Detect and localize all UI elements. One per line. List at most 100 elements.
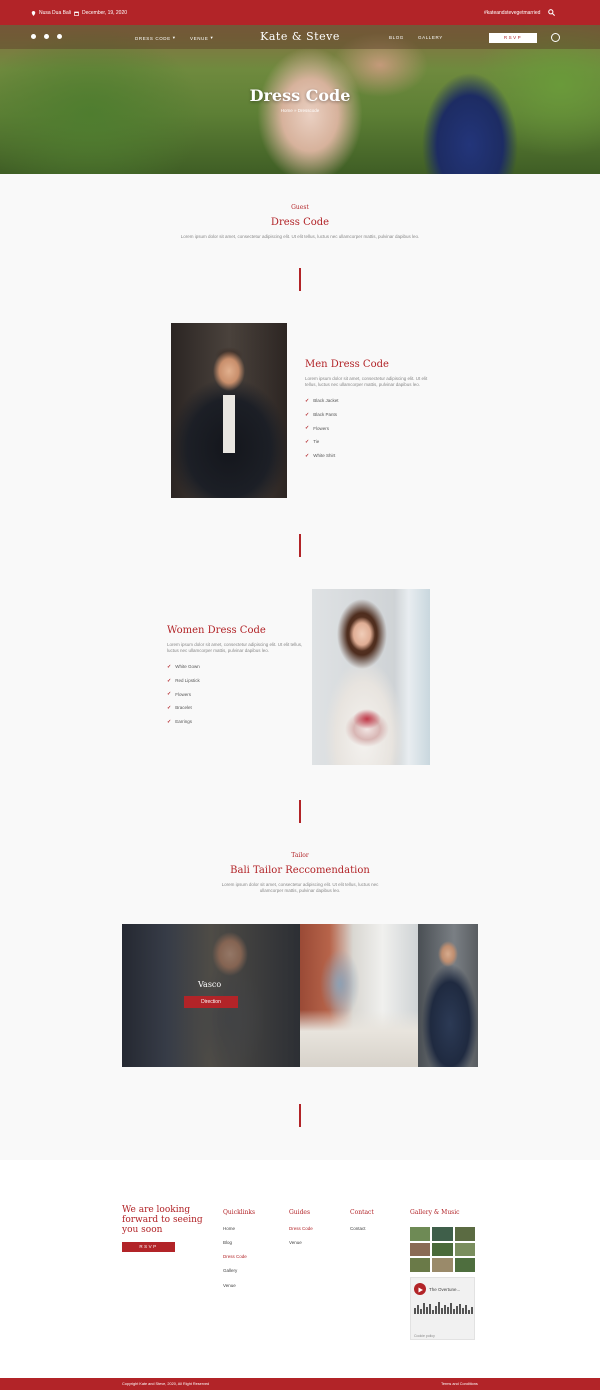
check-icon: ✓ xyxy=(305,425,310,432)
men-text: Lorem ipsum dolor sit amet, consectetur … xyxy=(305,376,428,387)
map-pin-icon xyxy=(31,10,36,16)
list-item-label: Earrings xyxy=(175,719,192,725)
bottom-bar: Copyright Kate and Steve, 2020, All Righ… xyxy=(0,1378,600,1390)
women-list: ✓ White Gown ✓ Red Lipstick ✓ Flowers ✓ Brac… xyxy=(167,660,200,728)
list-item-label: Black Jacket xyxy=(313,398,339,404)
player-footer-label[interactable]: Cookie policy xyxy=(414,1334,435,1338)
calendar-icon xyxy=(74,11,79,16)
search-icon[interactable] xyxy=(548,9,556,17)
play-button[interactable] xyxy=(414,1283,426,1295)
guides-link-dress-code[interactable]: Dress Code xyxy=(289,1226,313,1231)
hashtag[interactable]: #kateandstevegetmarried xyxy=(484,10,540,16)
main-nav: DRESS CODE ▾ VENUE ▾ Kate & Steve BLOG G… xyxy=(0,25,600,49)
nav-blog[interactable]: BLOG xyxy=(389,35,404,40)
footer-gallery-grid xyxy=(410,1227,475,1272)
shirt-detail xyxy=(223,395,235,453)
tailor-photo-sewing[interactable] xyxy=(300,924,418,1067)
footer-link-blog[interactable]: Blog xyxy=(223,1240,232,1245)
gallery-music-title: Gallery & Music xyxy=(410,1209,460,1216)
list-item-label: Flowers xyxy=(313,425,329,431)
breadcrumb: Home » Dresscode xyxy=(280,108,320,113)
list-item: ✓ Flowers xyxy=(305,421,338,435)
page-title: Dress Code xyxy=(249,86,351,105)
tailor-card-vasco[interactable]: Vasco Direction xyxy=(122,924,300,1067)
check-icon: ✓ xyxy=(167,704,172,711)
intro-text: Lorem ipsum dolor sit amet, consectetur … xyxy=(180,234,420,239)
contact-title: Contact xyxy=(350,1209,374,1216)
list-item: ✓ Bracelet xyxy=(167,701,200,715)
check-icon: ✓ xyxy=(305,452,310,459)
gallery-thumb[interactable] xyxy=(454,1227,475,1241)
list-item-label: White Shirt xyxy=(313,453,336,459)
gallery-thumb[interactable] xyxy=(410,1258,431,1272)
list-item-label: Black Pants xyxy=(313,412,337,418)
top-bar: Nusa Dua Bali December, 19, 2020 #katean… xyxy=(0,0,600,25)
gallery-thumb[interactable] xyxy=(410,1227,431,1241)
divider-line xyxy=(299,800,301,823)
tailor-eyebrow: Tailor xyxy=(291,852,309,859)
gallery-thumb[interactable] xyxy=(432,1258,453,1272)
tailor-title: Bali Tailor Reccomendation xyxy=(230,865,370,876)
footer-link-gallery[interactable]: Gallery xyxy=(223,1268,237,1273)
date-text: December, 19, 2020 xyxy=(82,10,128,16)
tailor-photo-suit[interactable] xyxy=(418,924,478,1067)
nav-gallery[interactable]: GALLERY xyxy=(418,35,443,40)
footer: We are looking forward to seeing you soo… xyxy=(0,1160,600,1378)
tailor-text: Lorem ipsum dolor sit amet, consectetur … xyxy=(221,882,379,893)
check-icon: ✓ xyxy=(305,397,310,404)
list-item-label: Flowers xyxy=(175,691,191,697)
list-item: ✓ Black Jacket xyxy=(305,394,338,408)
list-item-label: Bracelet xyxy=(175,705,192,711)
footer-link-dress-code[interactable]: Dress Code xyxy=(223,1254,247,1259)
guides-link-venue[interactable]: Venue xyxy=(289,1240,302,1245)
gallery-thumb[interactable] xyxy=(454,1242,475,1257)
footer-rsvp-button[interactable]: RSVP xyxy=(122,1242,175,1252)
contact-link[interactable]: Contact xyxy=(350,1226,366,1231)
track-title: The Overtune... xyxy=(429,1287,461,1292)
gallery-thumb[interactable] xyxy=(432,1242,453,1257)
check-icon: ✓ xyxy=(167,691,172,698)
list-item: ✓ Red Lipstick xyxy=(167,674,200,688)
waveform[interactable] xyxy=(414,1300,473,1314)
rsvp-button[interactable]: RSVP xyxy=(489,33,537,43)
intro-title: Dress Code xyxy=(270,217,330,228)
men-list: ✓ Black Jacket ✓ Black Pants ✓ Flowers ✓ Tie… xyxy=(305,394,338,462)
hashtag-text: #kateandstevegetmarried xyxy=(484,10,541,16)
music-player: The Overtune... Cookie policy xyxy=(410,1277,475,1340)
guides-title: Guides xyxy=(289,1209,311,1216)
list-item: ✓ Tie xyxy=(305,435,338,449)
list-item: ✓ Flowers xyxy=(167,687,200,701)
list-item: ✓ White Shirt xyxy=(305,449,338,463)
list-item-label: Red Lipstick xyxy=(175,678,200,684)
location-text: Nusa Dua Bali xyxy=(39,10,71,16)
women-title: Women Dress Code xyxy=(167,625,266,636)
divider-line xyxy=(299,1104,301,1127)
list-item-label: White Gown xyxy=(175,664,200,670)
men-title: Men Dress Code xyxy=(305,359,389,370)
list-item: ✓ Black Pants xyxy=(305,408,338,422)
divider-line xyxy=(299,268,301,291)
list-item: ✓ Earrings xyxy=(167,715,200,729)
women-text: Lorem ipsum dolor sit amet, consectetur … xyxy=(167,642,303,653)
user-icon[interactable] xyxy=(551,33,560,42)
direction-button[interactable]: Direction xyxy=(184,996,238,1008)
check-icon: ✓ xyxy=(305,411,310,418)
gallery-thumb[interactable] xyxy=(454,1258,475,1272)
divider-line xyxy=(299,534,301,557)
gallery-thumb[interactable] xyxy=(432,1227,453,1241)
copyright: Copyright Kate and Steve, 2020, All Righ… xyxy=(122,1382,210,1386)
gallery-thumb[interactable] xyxy=(410,1242,431,1257)
terms-link[interactable]: Terms and Conditions xyxy=(441,1382,478,1386)
check-icon: ✓ xyxy=(167,677,172,684)
men-dress-photo xyxy=(171,323,287,498)
women-dress-photo xyxy=(312,589,430,765)
date: December, 19, 2020 xyxy=(74,10,127,16)
footer-cta: We are looking forward to seeing you soo… xyxy=(122,1205,203,1235)
location: Nusa Dua Bali xyxy=(31,10,71,16)
check-icon: ✓ xyxy=(167,718,172,725)
check-icon: ✓ xyxy=(167,663,172,670)
quicklinks-title: Quicklinks xyxy=(223,1209,256,1216)
footer-link-venue[interactable]: Venue xyxy=(223,1283,236,1288)
footer-link-home[interactable]: Home xyxy=(223,1226,235,1231)
list-item: ✓ White Gown xyxy=(167,660,200,674)
